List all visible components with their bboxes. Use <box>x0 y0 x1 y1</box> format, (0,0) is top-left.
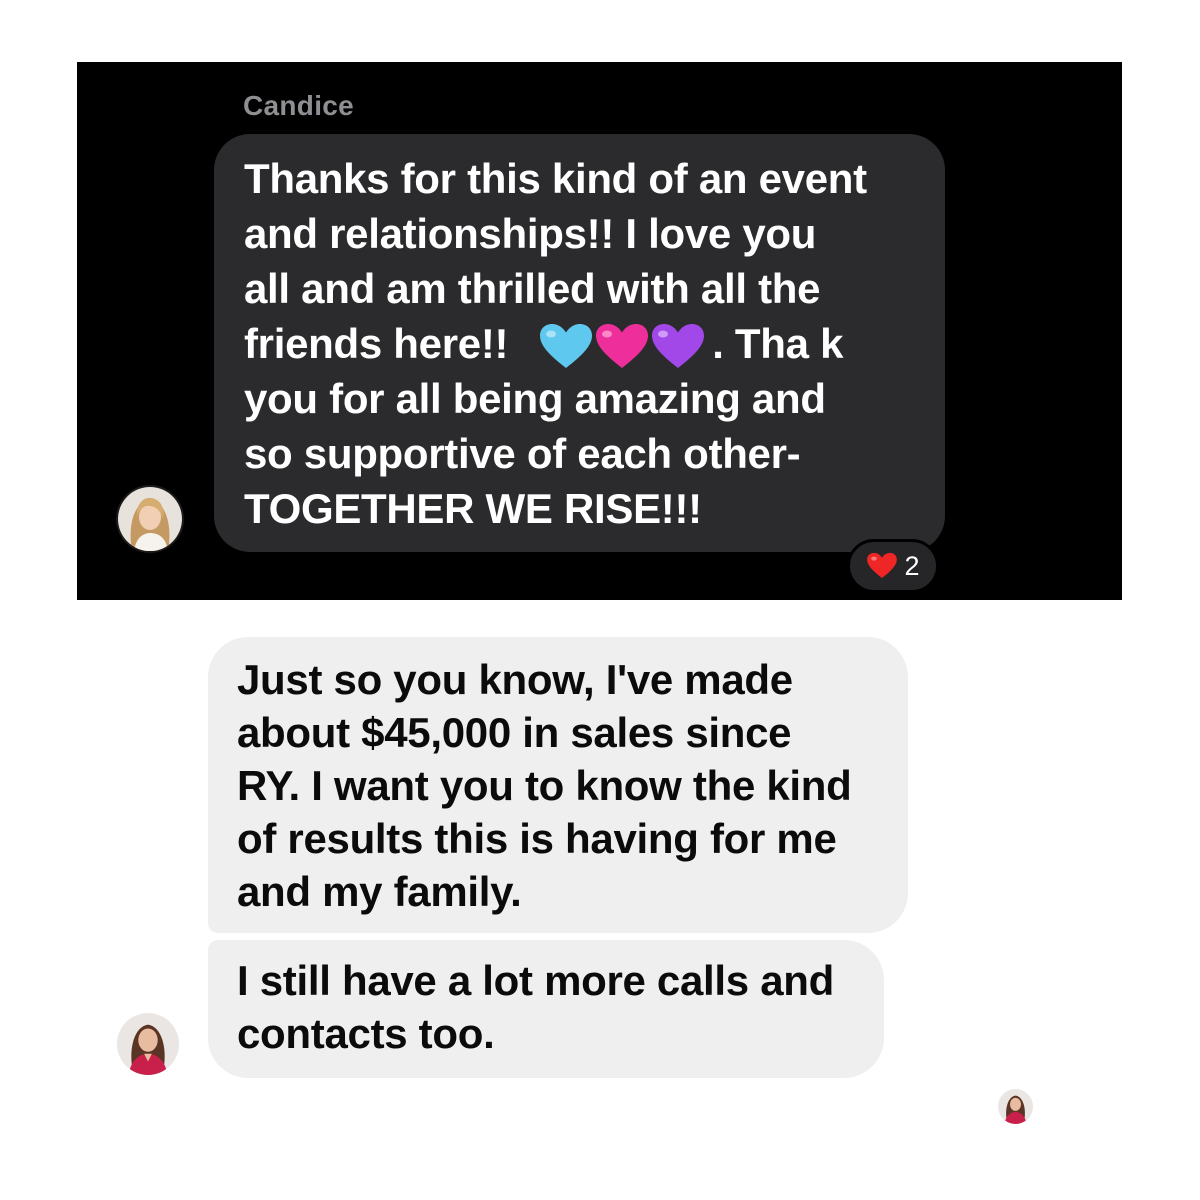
message-line-part: . Tha k <box>712 320 844 367</box>
message-text: Just so you know, I've made about $45,00… <box>237 653 908 918</box>
avatar[interactable] <box>117 1013 179 1075</box>
message-line: you for all being amazing and <box>244 375 826 422</box>
light-blue-heart-icon <box>540 323 593 368</box>
message-line: Just so you know, I've made <box>237 656 793 703</box>
message-bubble[interactable]: Thanks for this kind of an event and rel… <box>214 134 945 552</box>
message-bubble[interactable]: I still have a lot more calls and contac… <box>208 940 884 1078</box>
message-line: TOGETHER WE RISE!!! <box>244 485 702 532</box>
message-line: about $45,000 in sales since <box>237 709 792 756</box>
message-line: contacts too. <box>237 1010 495 1057</box>
heart-emojis <box>538 323 706 371</box>
message-line: all and am thrilled with all the <box>244 265 821 312</box>
message-line: RY. I want you to know the kind <box>237 762 852 809</box>
purple-heart-icon <box>652 323 705 368</box>
message-bubble[interactable]: Just so you know, I've made about $45,00… <box>208 637 908 933</box>
message-text: I still have a lot more calls and contac… <box>237 954 884 1060</box>
red-heart-icon <box>867 552 898 578</box>
sender-name: Candice <box>243 90 355 121</box>
message-line: of results this is having for me <box>237 815 837 862</box>
avatar[interactable] <box>116 485 184 553</box>
message-line: Thanks for this kind of an event <box>244 155 867 202</box>
message-line: and my family. <box>237 868 522 915</box>
message-line: so supportive of each other- <box>244 430 801 477</box>
avatar-photo-icon <box>118 487 182 551</box>
avatar-photo-icon <box>998 1089 1033 1124</box>
message-line: and relationships!! I love you <box>244 210 817 257</box>
message-line: I still have a lot more calls and <box>237 957 834 1004</box>
reaction-count: 2 <box>904 550 920 581</box>
reaction-badge[interactable]: 2 <box>847 539 939 593</box>
avatar-photo-icon <box>117 1013 179 1075</box>
pink-heart-icon <box>596 323 649 368</box>
message-text: Thanks for this kind of an event and rel… <box>244 151 921 536</box>
message-line-part: friends here!! <box>244 320 509 367</box>
dark-chat-screenshot: Candice Thanks for this kind of an event… <box>77 62 1122 600</box>
read-receipt-avatar <box>998 1089 1033 1124</box>
message-line-with-emoji: friends here!! . Tha k <box>244 316 921 371</box>
